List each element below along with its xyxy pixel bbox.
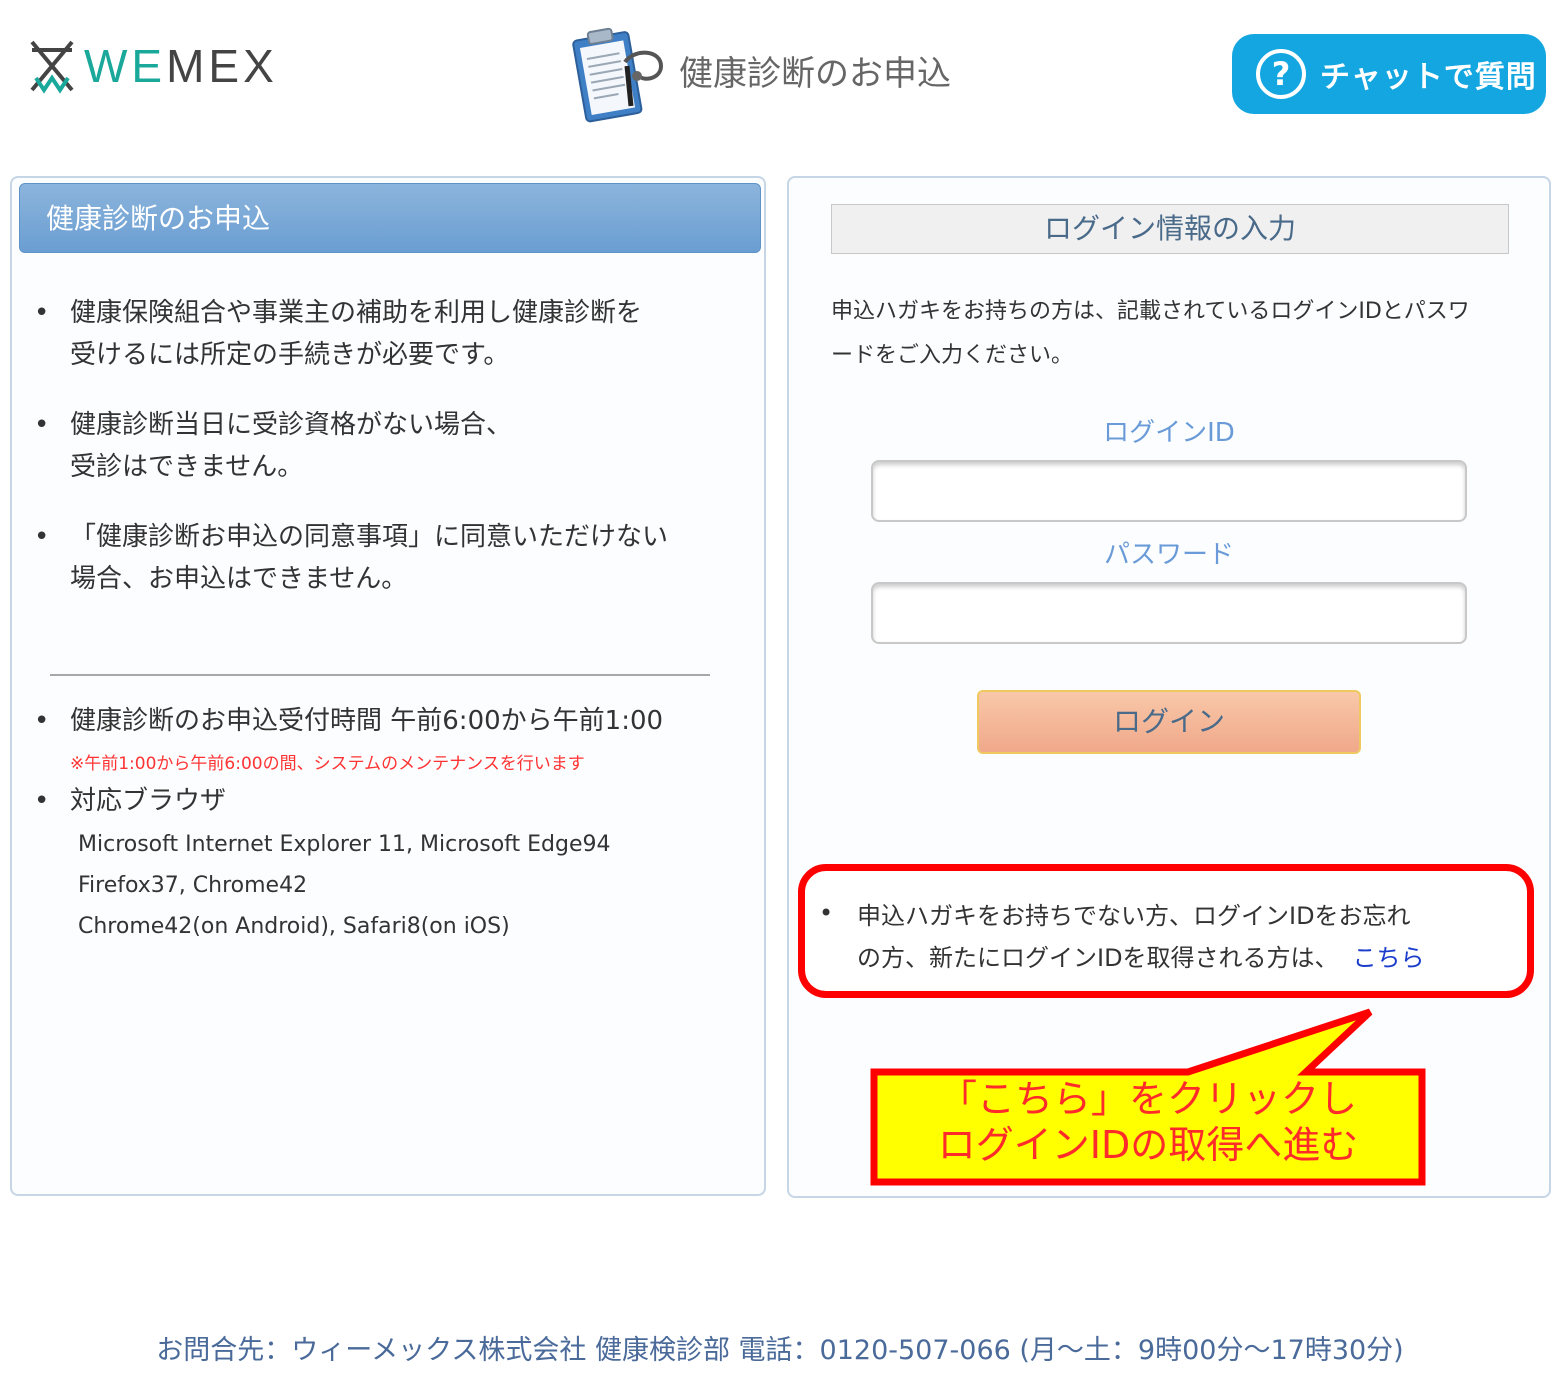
reception-hours: 健康診断のお申込受付時間 午前6:00から午前1:00 [70, 706, 664, 736]
notice-bullet: • [819, 899, 834, 927]
signup-notice-highlight: • 申込ハガキをお持ちでない方、ログインIDをお忘れ の方、新たにログインIDを… [798, 864, 1534, 998]
chat-question-button[interactable]: ? チャットで質問 [1232, 34, 1546, 114]
chat-button-label: チャットで質問 [1320, 60, 1537, 95]
note-line: 「健康診断お申込の同意事項」に同意いただけない [70, 522, 669, 552]
note-line: 健康保険組合や事業主の補助を利用し健康診断を [70, 298, 643, 328]
login-panel-title: ログイン情報の入力 [831, 204, 1509, 254]
footer-contact: お問合先：ウィーメックス株式会社 健康検診部 電話：0120-507-066 (… [156, 1335, 1404, 1366]
hours-browser-list: 健康診断のお申込受付時間 午前6:00から午前1:00 [34, 700, 663, 742]
list-item: 「健康診断お申込の同意事項」に同意いただけない 場合、お申込はできません。 [34, 516, 668, 600]
kochira-link[interactable]: こちら [1353, 944, 1425, 972]
list-item-hours: 健康診断のお申込受付時間 午前6:00から午前1:00 [34, 700, 663, 742]
browser-line: Microsoft Internet Explorer 11, Microsof… [78, 832, 611, 857]
list-item: 健康保険組合や事業主の補助を利用し健康診断を 受けるには所定の手続きが必要です。 [34, 292, 668, 376]
login-description: 申込ハガキをお持ちの方は、記載されているログインIDとパスワ ードをご入力くださ… [831, 290, 1519, 378]
password-label: パスワード [1103, 540, 1234, 570]
note-line: 健康診断当日に受診資格がない場合、 [70, 410, 513, 440]
browser-line: Chrome42(on Android), Safari8(on iOS) [78, 914, 510, 939]
maintenance-note: ※午前1:00から午前6:00の間、システムのメンテナンスを行います [70, 754, 585, 774]
wemex-logo-mark-icon [30, 40, 74, 94]
app-title: 健康診断のお申込 [565, 22, 951, 126]
signup-notice-text: 申込ハガキをお持ちでない方、ログインIDをお忘れ の方、新たにログインIDを取得… [857, 895, 1497, 979]
callout-line: 「こちら」をクリックし [938, 1077, 1357, 1121]
notice-line: の方、新たにログインIDを取得される方は、 [857, 944, 1339, 972]
description-line: 申込ハガキをお持ちの方は、記載されているログインIDとパスワ [831, 299, 1470, 324]
password-input[interactable] [871, 582, 1467, 644]
notice-line: 申込ハガキをお持ちでない方、ログインIDをお忘れ [857, 902, 1411, 930]
callout-text: 「こちら」をクリックし ログインIDの取得へ進む [876, 1076, 1420, 1168]
browsers-title: 対応ブラウザ [70, 786, 227, 816]
app-title-text: 健康診断のお申込 [679, 53, 951, 94]
info-panel-title: 健康診断のお申込 [19, 183, 761, 253]
question-circle-icon: ? [1256, 49, 1306, 99]
logo-text: WEMEX [84, 39, 278, 93]
note-line: 場合、お申込はできません。 [70, 564, 408, 594]
wemex-logo[interactable]: WEMEX [28, 38, 278, 94]
list-item: 健康診断当日に受診資格がない場合、 受診はできません。 [34, 404, 668, 488]
logo-text-we: WE [84, 40, 167, 92]
login-id-label: ログインID [1103, 418, 1235, 448]
browser-versions: Microsoft Internet Explorer 11, Microsof… [32, 824, 611, 947]
info-panel: 健康診断のお申込 健康保険組合や事業主の補助を利用し健康診断を 受けるには所定の… [10, 176, 766, 1196]
browser-list: 対応ブラウザ [34, 780, 226, 822]
description-line: ードをご入力ください。 [831, 343, 1074, 368]
list-item-browsers: 対応ブラウザ [34, 780, 226, 822]
callout-line: ログインIDの取得へ進む [937, 1123, 1359, 1167]
note-line: 受けるには所定の手続きが必要です。 [70, 340, 510, 370]
divider [50, 674, 710, 676]
notes-list: 健康保険組合や事業主の補助を利用し健康診断を 受けるには所定の手続きが必要です。… [34, 292, 668, 628]
login-button[interactable]: ログイン [977, 690, 1361, 754]
login-id-input[interactable] [871, 460, 1467, 522]
clipboard-stethoscope-icon [572, 27, 664, 123]
browser-line: Firefox37, Chrome42 [78, 873, 308, 898]
logo-text-mex: MEX [166, 40, 278, 92]
note-line: 受診はできません。 [70, 452, 304, 482]
